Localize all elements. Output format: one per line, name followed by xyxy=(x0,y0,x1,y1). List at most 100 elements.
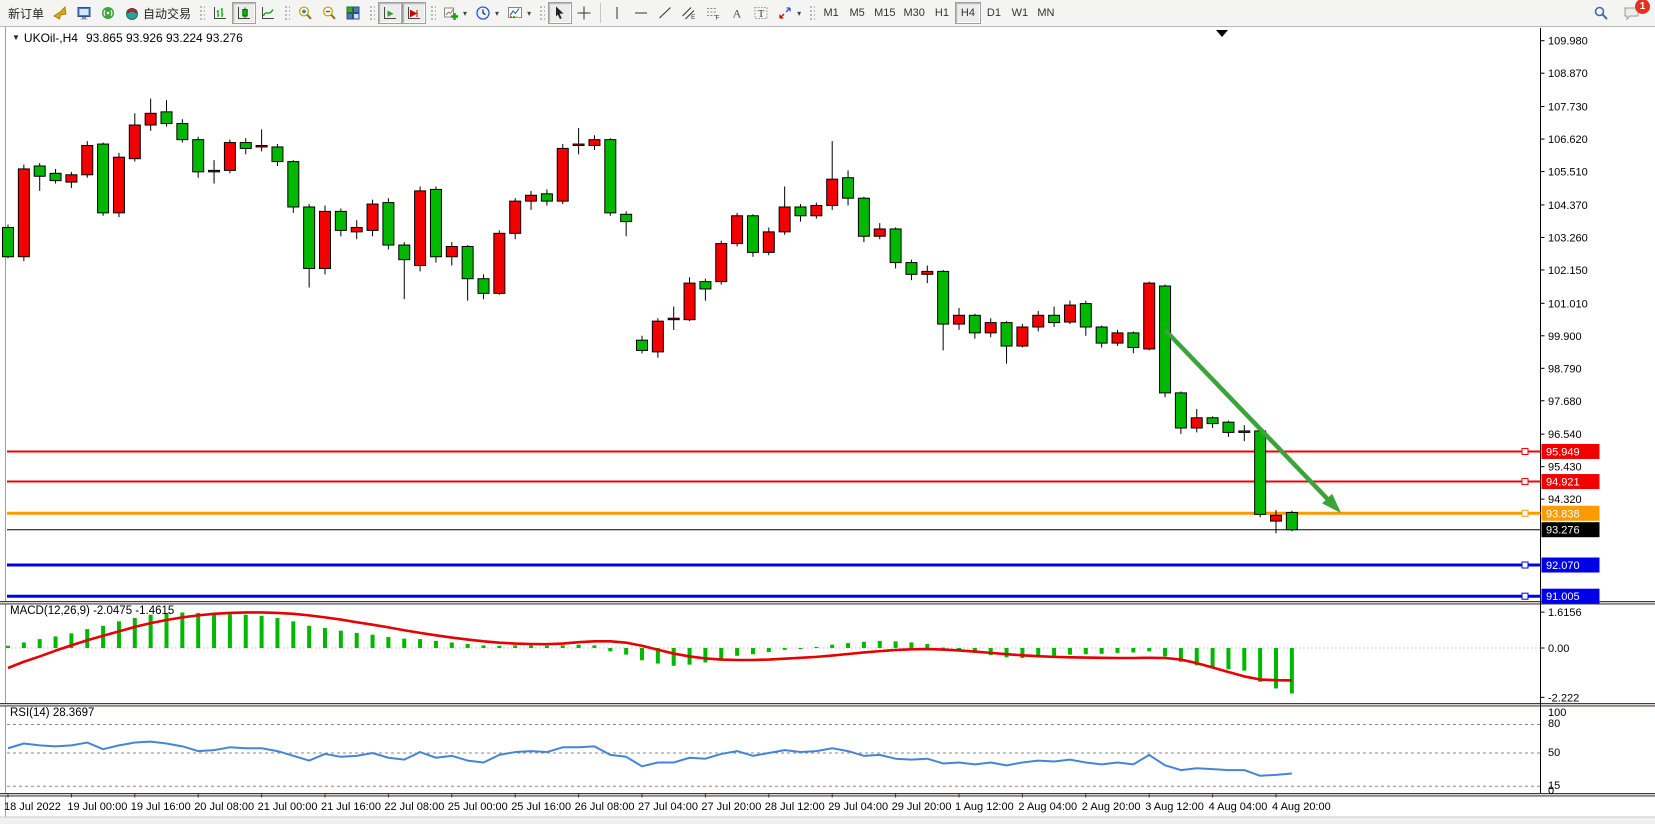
text-button[interactable]: A xyxy=(725,2,749,24)
indicators-button[interactable]: ▾ xyxy=(439,2,471,24)
time-axis-label: 2 Aug 04:00 xyxy=(1018,801,1077,813)
label-icon: T xyxy=(753,5,769,21)
candle-bear xyxy=(1001,323,1012,346)
timeframe-mn-button[interactable]: MN xyxy=(1033,2,1059,24)
chevron-down-icon[interactable]: ▾ xyxy=(495,9,499,18)
bar-chart-icon xyxy=(212,5,228,21)
auto-scroll-button[interactable] xyxy=(378,2,402,24)
toolbar-grip xyxy=(538,4,545,22)
timeframe-d1-button[interactable]: D1 xyxy=(981,2,1007,24)
chart-area[interactable]: 109.980108.870107.730106.620105.510104.3… xyxy=(0,0,1655,824)
price-axis-label: 99.900 xyxy=(1548,331,1582,343)
candle-bull xyxy=(1239,431,1250,432)
candle-bull xyxy=(763,232,774,252)
timeframe-m5-button[interactable]: M5 xyxy=(844,2,870,24)
autotrading-button[interactable]: 自动交易 xyxy=(120,2,195,24)
search-icon[interactable] xyxy=(1589,2,1613,24)
market-watch-button[interactable] xyxy=(72,2,96,24)
trendline-button[interactable] xyxy=(653,2,677,24)
chart-shift-icon xyxy=(406,5,422,21)
candle-bull xyxy=(526,195,537,201)
candle-bull xyxy=(510,201,521,233)
timeframe-h4-button[interactable]: H4 xyxy=(955,2,981,24)
timeframe-m1-button-label: M1 xyxy=(823,7,838,19)
bar-chart-button[interactable] xyxy=(208,2,232,24)
timeframe-m1-button[interactable]: M1 xyxy=(818,2,844,24)
timeframe-m15-button[interactable]: M15 xyxy=(870,2,899,24)
macd-histogram-bar xyxy=(386,637,390,648)
price-axis-label: 97.680 xyxy=(1548,396,1582,408)
timeframe-w1-button[interactable]: W1 xyxy=(1007,2,1033,24)
symbol-ohlc-line[interactable]: ▼UKOil-,H493.865 93.926 93.224 93.276 xyxy=(12,31,243,45)
news-horn-button[interactable] xyxy=(48,2,72,24)
hline-icon xyxy=(633,5,649,21)
fibonacci-icon: F xyxy=(705,5,721,21)
time-axis-label: 29 Jul 04:00 xyxy=(828,801,888,813)
notifications-icon[interactable]: 1 xyxy=(1619,2,1645,24)
support-line-blue-1-handle[interactable] xyxy=(1522,562,1528,568)
candle-bear xyxy=(399,245,410,260)
candle-chart-icon xyxy=(236,5,252,21)
zoom-out-button[interactable] xyxy=(317,2,341,24)
time-axis-label: 18 Jul 2022 xyxy=(4,801,61,813)
candle-bear xyxy=(621,214,632,221)
macd-histogram-bar xyxy=(909,642,913,648)
macd-histogram-bar xyxy=(1084,648,1088,654)
new-order-button[interactable]: 新订单 xyxy=(4,2,48,24)
horizontal-line-button[interactable] xyxy=(629,2,653,24)
candle-bear xyxy=(335,211,346,230)
symbol-title: UKOil-,H4 xyxy=(24,31,78,45)
support-line-orange-handle[interactable] xyxy=(1522,510,1528,516)
candle-bull xyxy=(684,283,695,320)
time-axis-label: 25 Jul 16:00 xyxy=(511,801,571,813)
candlestick-chart-button[interactable] xyxy=(232,2,256,24)
toolbar-grip xyxy=(808,4,815,22)
chevron-down-icon[interactable]: ▾ xyxy=(797,9,801,18)
chart-shift-button[interactable] xyxy=(402,2,426,24)
timeframe-m30-button[interactable]: M30 xyxy=(900,2,929,24)
signals-button[interactable] xyxy=(96,2,120,24)
arrows-icon xyxy=(777,5,793,21)
macd-histogram-bar xyxy=(1211,648,1215,668)
chevron-down-icon[interactable]: ▾ xyxy=(527,9,531,18)
candle-bull xyxy=(922,271,933,274)
chevron-down-icon[interactable]: ▾ xyxy=(463,9,467,18)
timeframe-d1-button-label: D1 xyxy=(987,7,1001,19)
resistance-line-1-handle[interactable] xyxy=(1522,448,1528,454)
time-axis-label: 3 Aug 12:00 xyxy=(1145,801,1204,813)
candle-bull xyxy=(1191,418,1202,428)
crosshair-button[interactable] xyxy=(572,2,596,24)
line-chart-button[interactable] xyxy=(256,2,280,24)
macd-histogram-bar xyxy=(1100,648,1104,654)
macd-histogram-bar xyxy=(466,644,470,648)
candle-bull xyxy=(129,125,140,159)
candle-bear xyxy=(177,124,188,140)
macd-histogram-bar xyxy=(371,635,375,648)
price-axis-label: 106.620 xyxy=(1548,134,1588,146)
fibonacci-button[interactable]: F xyxy=(701,2,725,24)
macd-histogram-bar xyxy=(878,641,882,648)
price-chip-label: 91.005 xyxy=(1546,591,1580,603)
timeframe-m5-button-label: M5 xyxy=(849,7,864,19)
macd-histogram-bar xyxy=(228,614,232,648)
zoom-in-button[interactable] xyxy=(293,2,317,24)
candle-bear xyxy=(969,315,980,333)
cursor-button[interactable] xyxy=(548,2,572,24)
resistance-line-2-handle[interactable] xyxy=(1522,479,1528,485)
macd-histogram-bar xyxy=(165,613,169,648)
arrows-button[interactable]: ▾ xyxy=(773,2,805,24)
candle-bull xyxy=(367,204,378,230)
support-line-blue-2-handle[interactable] xyxy=(1522,593,1528,599)
templates-button[interactable]: ▾ xyxy=(503,2,535,24)
text-label-button[interactable]: T xyxy=(749,2,773,24)
candle-bull xyxy=(145,113,156,125)
periods-button[interactable]: ▾ xyxy=(471,2,503,24)
time-axis-label: 22 Jul 08:00 xyxy=(384,801,444,813)
tile-windows-button[interactable] xyxy=(341,2,365,24)
timeframe-h1-button[interactable]: H1 xyxy=(929,2,955,24)
macd-axis-label: 0.00 xyxy=(1548,643,1569,655)
symbol-dropdown-icon[interactable]: ▼ xyxy=(12,33,20,42)
vertical-line-button[interactable] xyxy=(605,2,629,24)
equidistant-channel-button[interactable]: E xyxy=(677,2,701,24)
macd-histogram-bar xyxy=(434,641,438,648)
